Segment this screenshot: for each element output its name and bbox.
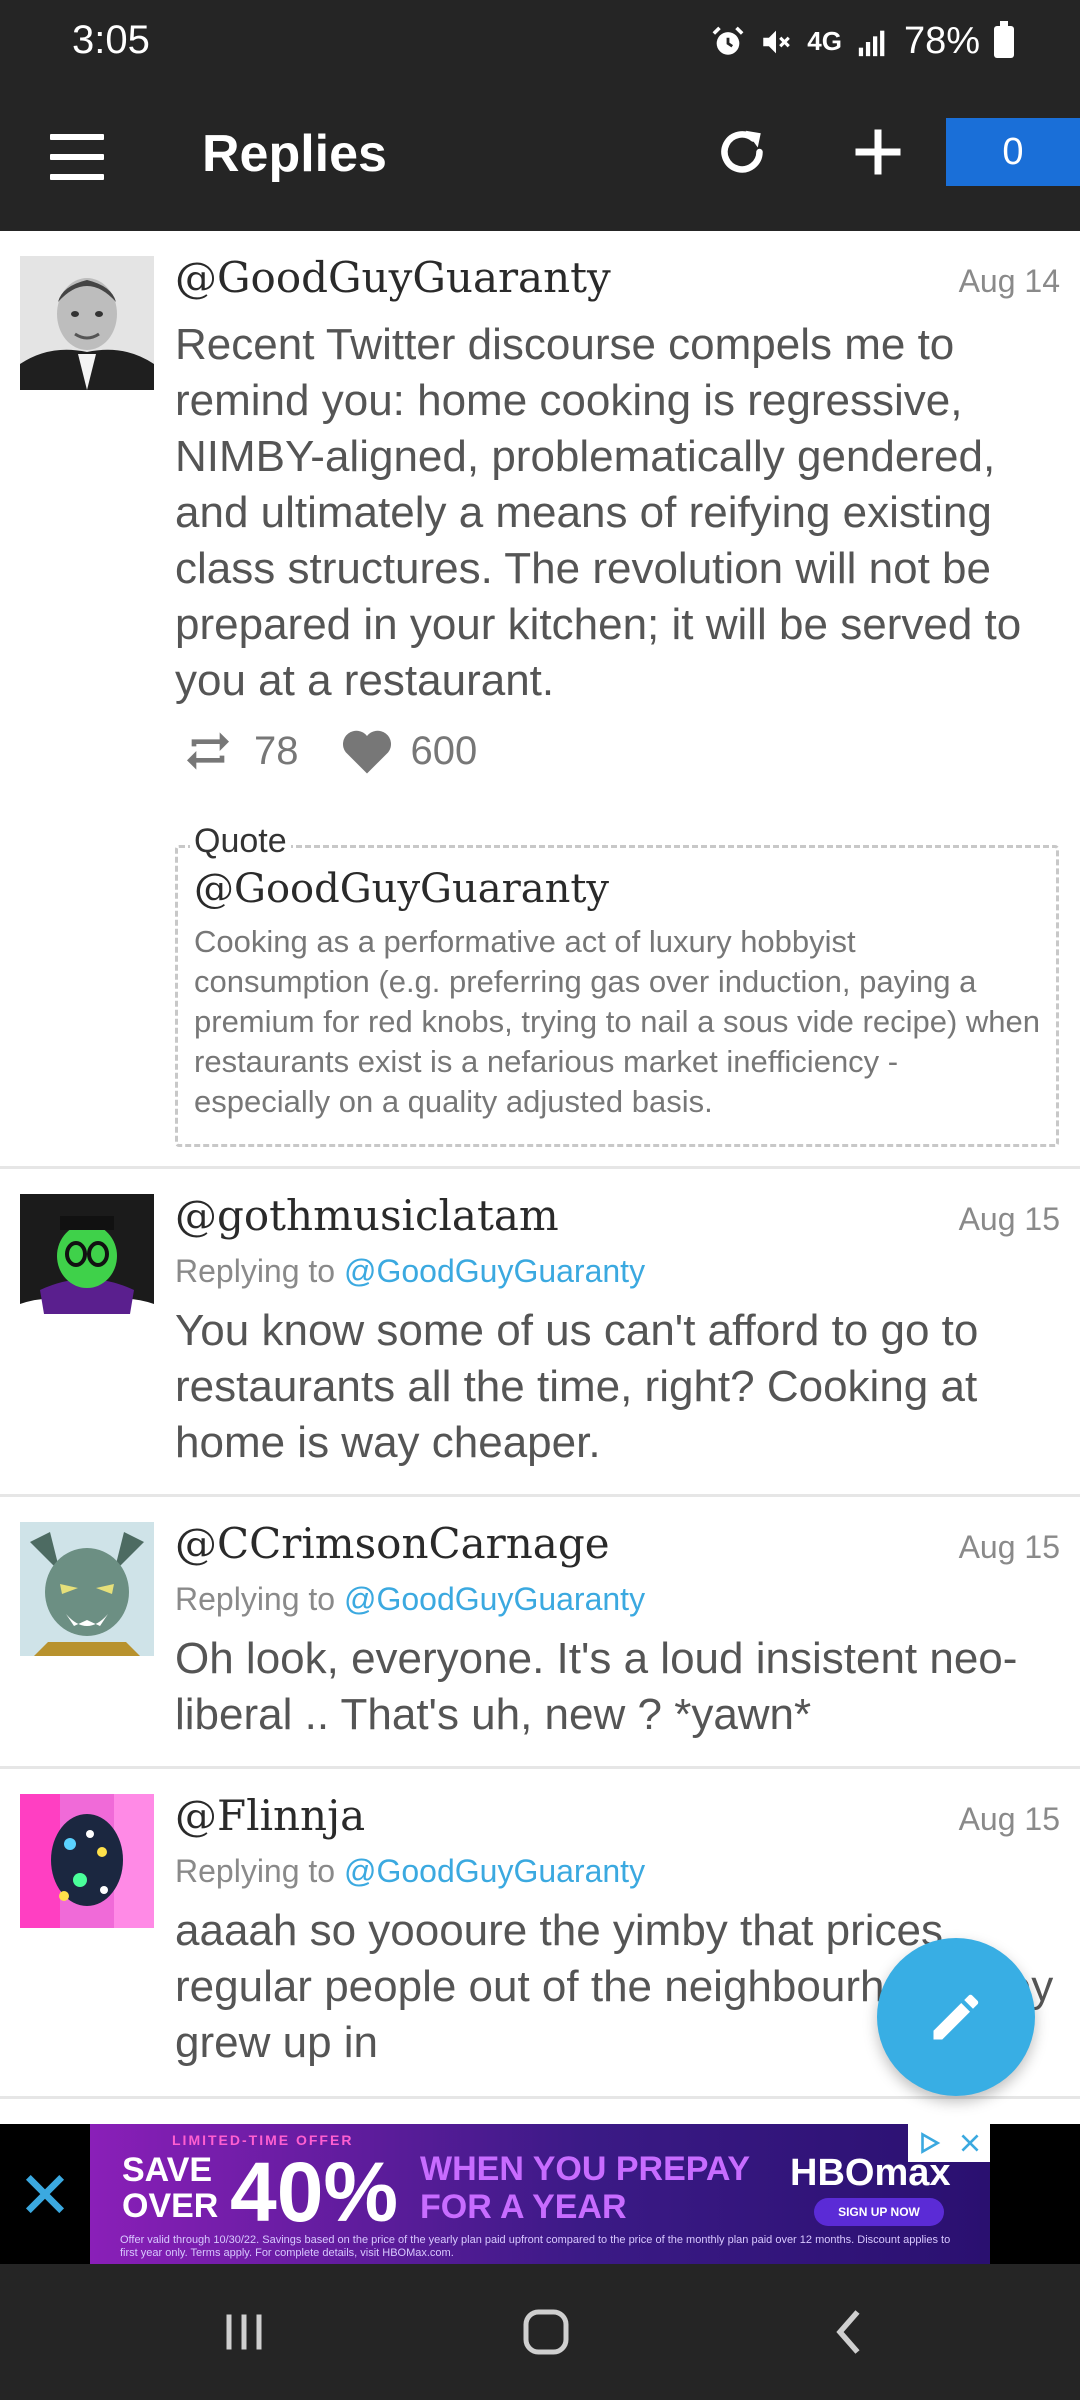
post-item[interactable]: @GoodGuyGuaranty Aug 14 Recent Twitter d… (0, 231, 1080, 1169)
post-text: You know some of us can't afford to go t… (175, 1306, 979, 1467)
post-handle[interactable]: @GoodGuyGuaranty (175, 253, 611, 302)
post-date: Aug 15 (958, 1201, 1060, 1237)
compose-button[interactable] (877, 1938, 1035, 2096)
mention-link[interactable]: @GoodGuyGuaranty (344, 1581, 645, 1617)
status-icons: 4G 78% (711, 20, 1014, 63)
quoted-post[interactable]: Quote @GoodGuyGuaranty Cooking as a perf… (175, 822, 1059, 1147)
network-label: 4G (807, 26, 842, 56)
recent-apps-icon[interactable] (214, 2302, 274, 2362)
avatar[interactable] (20, 1794, 154, 1928)
ad-prepay-text: WHEN YOU PREPAY FOR A YEAR (420, 2150, 750, 2226)
refresh-icon[interactable] (712, 122, 772, 182)
ad-cta[interactable]: SIGN UP NOW (814, 2198, 944, 2226)
ad-banner: LIMITED-TIME OFFER SAVE OVER 40% WHEN YO… (0, 2124, 1080, 2264)
ad-choices[interactable] (908, 2124, 990, 2162)
post-date: Aug 15 (958, 1529, 1060, 1565)
post-handle[interactable]: @CCrimsonCarnage (175, 1519, 610, 1568)
ad-close-icon[interactable] (957, 2130, 983, 2156)
system-nav-bar (0, 2264, 1080, 2400)
status-time: 3:05 (72, 18, 150, 62)
battery-percent: 78% (903, 20, 980, 62)
back-icon[interactable] (820, 2302, 880, 2362)
post-item[interactable]: @gothmusiclatam Aug 15 Replying to @Good… (0, 1169, 1080, 1497)
post-date: Aug 15 (958, 1801, 1060, 1837)
post-text: Oh look, everyone. It's a loud insistent… (175, 1634, 1018, 1739)
ad-creative[interactable]: LIMITED-TIME OFFER SAVE OVER 40% WHEN YO… (90, 2124, 990, 2264)
quote-handle[interactable]: @GoodGuyGuaranty (194, 866, 1040, 912)
post-item[interactable]: @CCrimsonCarnage Aug 15 Replying to @Goo… (0, 1497, 1080, 1769)
ad-percent: 40% (230, 2145, 399, 2239)
adchoices-icon[interactable] (916, 2130, 942, 2156)
post-handle[interactable]: @Flinnja (175, 1791, 365, 1840)
post-text: Recent Twitter discourse compels me to r… (175, 320, 1022, 705)
ad-fine-print: Offer valid through 10/30/22. Savings ba… (120, 2234, 951, 2259)
status-bar: 3:05 4G 78% (0, 0, 1080, 88)
app-screen: 3:05 4G 78% Replies 0 @GoodGuyGuaranty A… (0, 0, 1080, 2400)
ad-save-text: SAVE OVER (122, 2151, 219, 2225)
quote-text: Cooking as a performative act of luxury … (194, 924, 1041, 1119)
plus-icon[interactable] (848, 122, 908, 182)
retweet-icon[interactable] (180, 723, 236, 779)
quote-label: Quote (190, 822, 291, 861)
post-stats: 78 600 (180, 721, 477, 781)
app-bar: Replies 0 (0, 88, 1080, 231)
replying-to: Replying to @GoodGuyGuaranty (175, 1253, 645, 1290)
counter-button[interactable]: 0 (946, 118, 1080, 186)
avatar[interactable] (20, 1194, 154, 1328)
page-title: Replies (202, 125, 387, 183)
like-count: 600 (410, 728, 478, 773)
avatar[interactable] (20, 256, 154, 390)
replying-prefix: Replying to (175, 1253, 336, 1289)
mention-link[interactable]: @GoodGuyGuaranty (344, 1253, 645, 1289)
alarm-icon (712, 26, 744, 55)
replies-feed[interactable]: @GoodGuyGuaranty Aug 14 Recent Twitter d… (0, 231, 1080, 2099)
replying-to: Replying to @GoodGuyGuaranty (175, 1853, 645, 1890)
home-icon[interactable] (516, 2302, 576, 2362)
replying-prefix: Replying to (175, 1581, 336, 1617)
retweet-count: 78 (254, 728, 299, 773)
avatar[interactable] (20, 1522, 154, 1656)
post-handle[interactable]: @gothmusiclatam (175, 1191, 559, 1240)
pencil-icon (933, 1994, 979, 2040)
mention-link[interactable]: @GoodGuyGuaranty (344, 1853, 645, 1889)
signal-icon (858, 30, 885, 56)
heart-icon[interactable] (337, 721, 397, 781)
menu-icon[interactable] (50, 134, 106, 184)
battery-icon (994, 20, 1014, 58)
post-date: Aug 14 (958, 263, 1060, 299)
replying-to: Replying to @GoodGuyGuaranty (175, 1581, 645, 1618)
replying-prefix: Replying to (175, 1853, 336, 1889)
mute-icon (763, 30, 791, 53)
close-icon[interactable] (20, 2162, 70, 2222)
